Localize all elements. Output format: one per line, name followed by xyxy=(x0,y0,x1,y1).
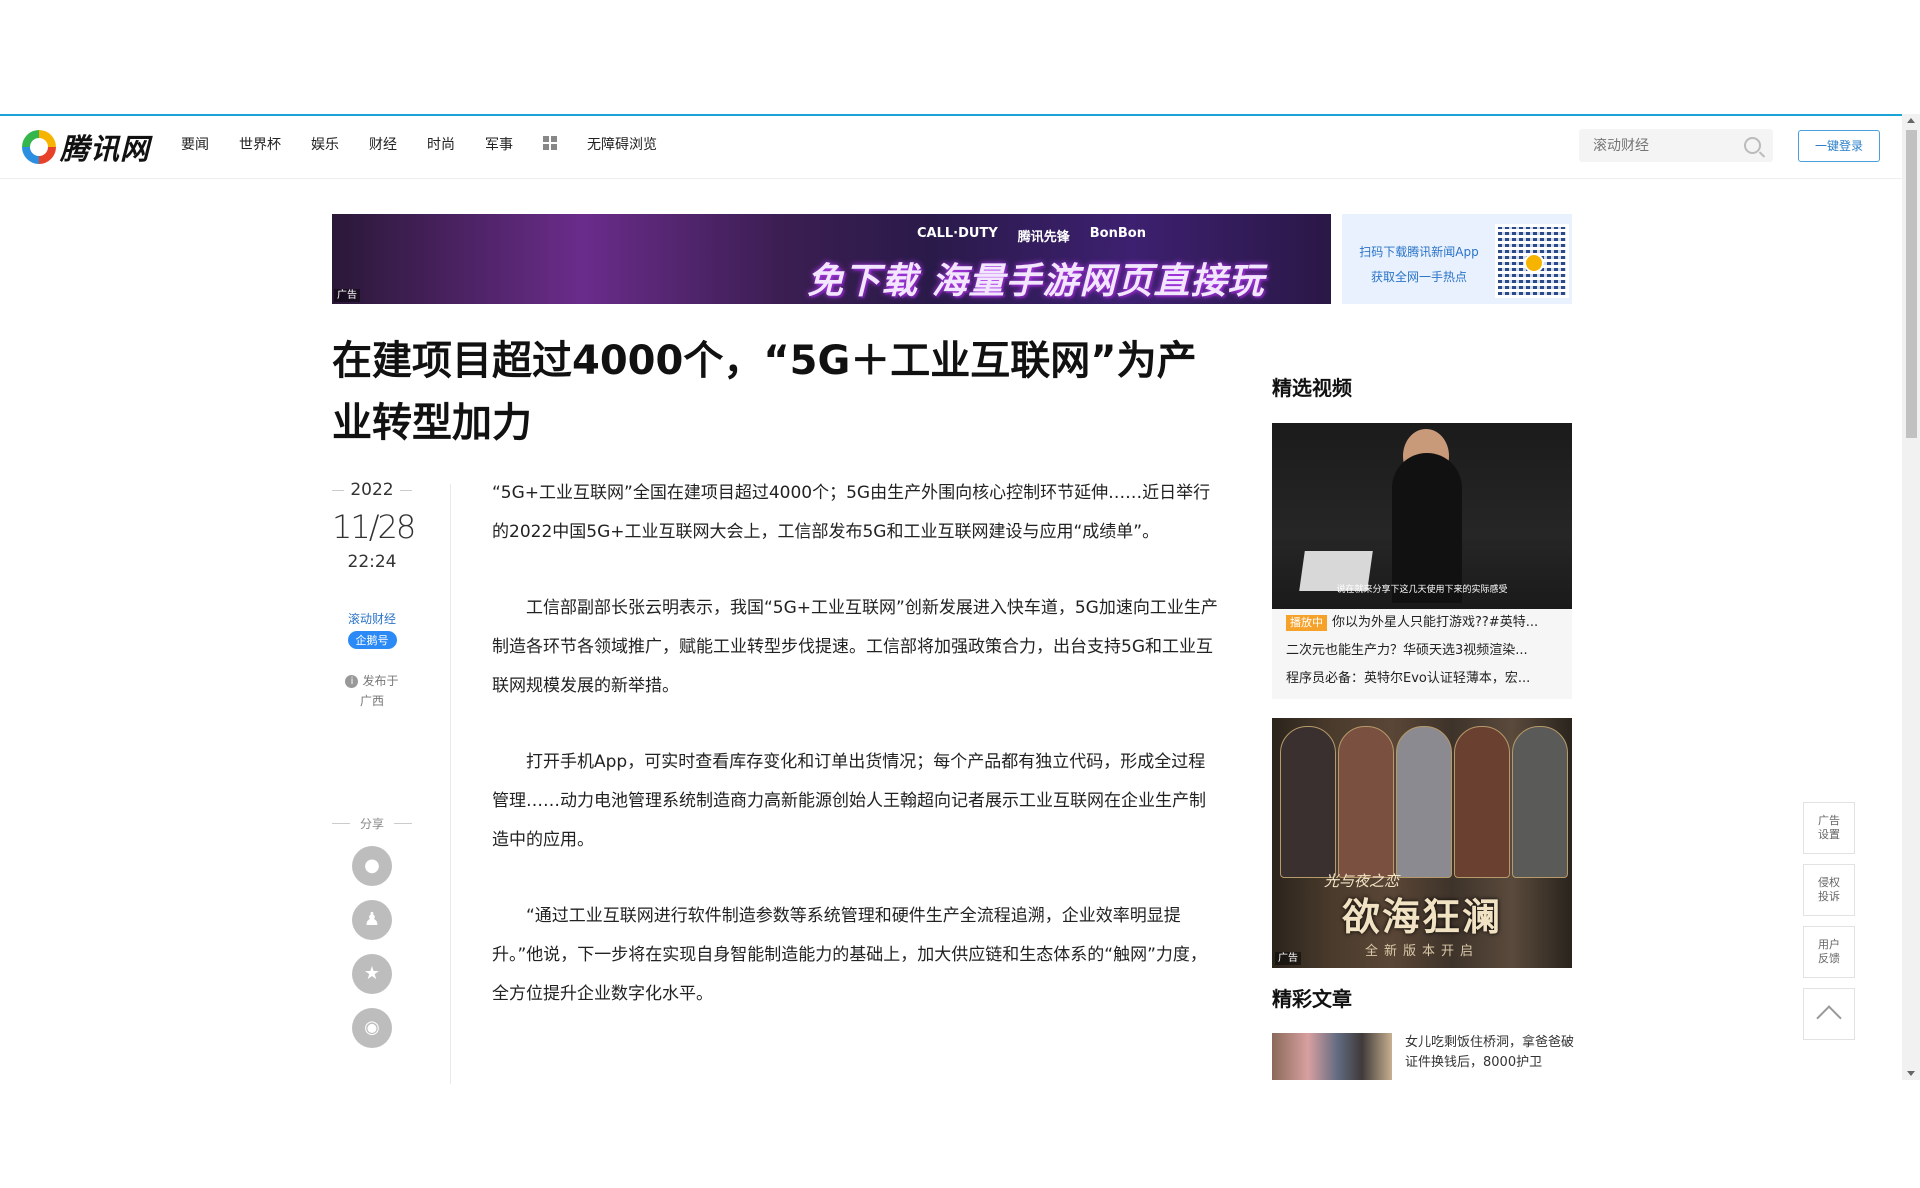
logo-text: 腾讯网 xyxy=(60,132,151,166)
ad-settings-button[interactable]: 广告设置 xyxy=(1803,802,1855,854)
report-button[interactable]: 侵权投诉 xyxy=(1803,864,1855,916)
source-link[interactable]: 滚动财经 xyxy=(332,610,412,627)
paragraph: 打开手机App，可实时查看库存变化和订单出货情况；每个产品都有独立代码，形成全过… xyxy=(492,752,1206,850)
nav-item-finance[interactable]: 财经 xyxy=(369,134,397,154)
ad-label: 广告 xyxy=(334,289,360,302)
video-item[interactable]: 程序员必备：英特尔Evo认证轻薄本，宏... xyxy=(1272,665,1572,693)
share-panel: 分享 ● ♟ ★ ◉ xyxy=(332,815,412,1048)
accessible-browse-link[interactable]: 无障碍浏览 xyxy=(587,134,657,154)
nav-item-fashion[interactable]: 时尚 xyxy=(427,134,455,154)
location-text: 广西 xyxy=(359,694,384,708)
divider xyxy=(450,484,451,1084)
scroll-up-arrow-icon[interactable] xyxy=(1907,118,1915,123)
favorite-star-icon[interactable]: ★ xyxy=(352,954,392,994)
bonbon-logo: BonBon xyxy=(1089,226,1146,241)
back-to-top-button[interactable] xyxy=(1803,988,1855,1040)
publish-time: 22:24 xyxy=(347,552,397,572)
game-ad[interactable]: 光与夜之恋 欲海狂澜 全新版本开启 广告 xyxy=(1272,718,1572,968)
tencent-pioneer-logo: 腾讯先锋 xyxy=(1017,230,1070,245)
video-item-title: 你以为外星人只能打游戏??#英特... xyxy=(1332,615,1539,630)
article-body: “5G+工业互联网”全国在建项目超过4000个；5G由生产外围向核心控制环节延伸… xyxy=(492,474,1222,1051)
nav-item-military[interactable]: 军事 xyxy=(485,134,513,154)
tencent-logo-icon xyxy=(22,130,56,164)
character-card xyxy=(1280,726,1336,878)
paragraph: “5G+工业互联网”全国在建项目超过4000个；5G由生产外围向核心控制环节延伸… xyxy=(492,483,1211,542)
video-thumbnail[interactable]: 说在就来分享下这几天使用下来的实际感受 xyxy=(1272,423,1572,609)
source-badge: 企鹅号 xyxy=(347,631,397,649)
video-item[interactable]: 播放中 你以为外星人只能打游戏??#英特... xyxy=(1272,609,1572,637)
article-meta: 2022 11/28 22:24 滚动财经 企鹅号 i 发布于 广西 xyxy=(332,480,416,711)
weibo-share-icon[interactable]: ◉ xyxy=(352,1008,392,1048)
search-icon[interactable] xyxy=(1744,137,1761,154)
paragraph: “通过工业互联网进行软件制造参数等系统管理和硬件生产全流程追溯，企业效率明显提升… xyxy=(492,906,1207,1004)
character-card xyxy=(1396,726,1452,878)
qq-share-icon[interactable]: ♟ xyxy=(352,900,392,940)
qr-line-1: 扫码下载腾讯新闻App xyxy=(1359,245,1479,259)
character-card xyxy=(1338,726,1394,878)
app-download-qr[interactable]: 扫码下载腾讯新闻App 获取全网一手热点 xyxy=(1342,214,1572,304)
search-input[interactable] xyxy=(1579,129,1745,162)
login-button[interactable]: 一键登录 xyxy=(1798,130,1880,162)
banner-ad[interactable]: CALL·DUTY 腾讯先锋 BonBon 免下载 海量手游网页直接玩 广告 xyxy=(332,214,1331,304)
video-section-title: 精选视频 xyxy=(1272,376,1352,400)
top-nav: 腾讯网 要闻 世界杯 娱乐 财经 时尚 军事 无障碍浏览 一键登录 xyxy=(0,114,1902,179)
published-label: 发布于 xyxy=(362,674,399,688)
wechat-share-icon[interactable]: ● xyxy=(352,846,392,886)
scrollbar-thumb[interactable] xyxy=(1906,130,1917,438)
logo[interactable]: 腾讯网 xyxy=(22,126,150,168)
playing-badge: 播放中 xyxy=(1286,615,1327,631)
nav-item-news[interactable]: 要闻 xyxy=(181,134,209,154)
grid-menu-icon[interactable] xyxy=(543,136,557,150)
search-box xyxy=(1579,129,1773,162)
nav-item-entertainment[interactable]: 娱乐 xyxy=(311,134,339,154)
character-card xyxy=(1454,726,1510,878)
nav-menu: 要闻 世界杯 娱乐 财经 时尚 军事 无障碍浏览 xyxy=(181,134,687,154)
share-label: 分享 xyxy=(332,815,412,832)
report-label: 侵权投诉 xyxy=(1818,876,1840,903)
chevron-up-icon xyxy=(1816,1005,1842,1031)
video-item[interactable]: 二次元也能生产力？华硕天选3视频渲染... xyxy=(1272,637,1572,665)
scroll-down-arrow-icon[interactable] xyxy=(1907,1071,1915,1076)
publish-location: i 发布于 广西 xyxy=(332,671,412,711)
qr-line-2: 获取全网一手热点 xyxy=(1370,270,1467,284)
presenter-body xyxy=(1392,453,1462,603)
feedback-label: 用户反馈 xyxy=(1818,938,1840,965)
qr-text: 扫码下载腾讯新闻App 获取全网一手热点 xyxy=(1354,240,1484,290)
ad-label: 广告 xyxy=(1275,952,1301,965)
article-thumbnail[interactable] xyxy=(1272,1033,1392,1080)
article-title: 在建项目超过4000个，“5G＋工业互联网”为产业转型加力 xyxy=(332,338,1197,446)
game-ad-title: 欲海狂澜 xyxy=(1341,895,1502,939)
articles-section-title: 精彩文章 xyxy=(1272,987,1352,1011)
video-list: 播放中 你以为外星人只能打游戏??#英特... 二次元也能生产力？华硕天选3视频渲… xyxy=(1272,609,1572,699)
game-ad-subtitle: 全新版本开启 xyxy=(1364,944,1479,959)
page-scrollbar[interactable] xyxy=(1902,114,1920,1080)
info-icon: i xyxy=(345,675,359,688)
ad-settings-label: 广告设置 xyxy=(1818,814,1840,841)
banner-logos: CALL·DUTY 腾讯先锋 BonBon xyxy=(917,226,1146,245)
feedback-button[interactable]: 用户反馈 xyxy=(1803,926,1855,978)
cod-logo: CALL·DUTY xyxy=(917,226,998,241)
qr-code-icon xyxy=(1495,224,1569,298)
character-card xyxy=(1512,726,1568,878)
publish-year: 2022 xyxy=(332,480,412,500)
video-caption: 说在就来分享下这几天使用下来的实际感受 xyxy=(1336,585,1508,595)
nav-item-worldcup[interactable]: 世界杯 xyxy=(239,134,281,154)
paragraph: 工信部副部长张云明表示，我国“5G+工业互联网”创新发展进入快车道，5G加速向工… xyxy=(492,598,1218,696)
banner-slogan: 免下载 海量手游网页直接玩 xyxy=(807,261,1265,302)
recommended-article-title[interactable]: 女儿吃剩饭住桥洞，拿爸爸破证件换钱后，8000护卫 xyxy=(1405,1033,1575,1073)
publish-date: 11/28 xyxy=(332,508,416,546)
